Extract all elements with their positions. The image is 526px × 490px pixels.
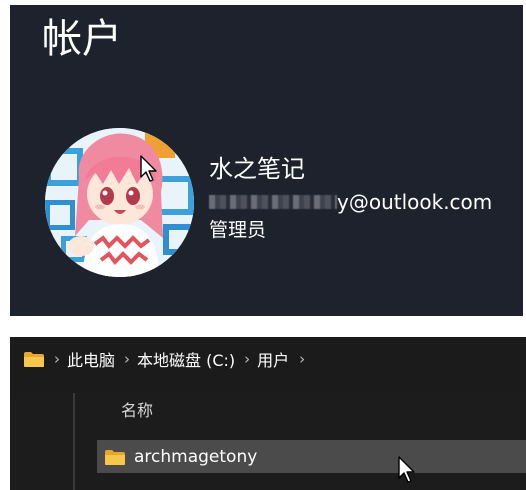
user-role: 管理员	[209, 219, 267, 241]
chevron-right-icon[interactable]: ›	[299, 350, 305, 368]
mouse-pointer-icon	[398, 456, 418, 484]
file-item-name: archmagetony	[134, 446, 258, 467]
chevron-right-icon[interactable]: ›	[54, 350, 60, 368]
file-list-item[interactable]: archmagetony	[97, 440, 526, 473]
account-panel: 帐户 水之笔记 y@outlook.com 管理员	[10, 5, 523, 316]
screenshot-stage: 帐户 水之笔记 y@outlook.com 管理员 › 此电脑 › 本地磁盘 (…	[0, 0, 526, 490]
breadcrumb-this-pc[interactable]: 此电脑	[67, 347, 115, 371]
breadcrumb-local-disk-c[interactable]: 本地磁盘 (C:)	[137, 347, 235, 371]
email-redaction-mask	[209, 195, 337, 209]
chevron-right-icon[interactable]: ›	[124, 350, 130, 368]
file-list-header: 名称	[75, 393, 526, 429]
file-list-area: 名称 archmagetony	[10, 393, 526, 490]
user-email: y@outlook.com	[209, 188, 492, 216]
avatar-illustration	[45, 128, 194, 277]
column-header-name[interactable]: 名称	[121, 401, 153, 421]
file-explorer-panel: › 此电脑 › 本地磁盘 (C:) › 用户 › 名称 archmagetony	[10, 337, 526, 490]
page-title: 帐户	[42, 16, 122, 62]
avatar[interactable]	[45, 128, 194, 277]
user-display-name: 水之笔记	[209, 155, 305, 183]
breadcrumb-users[interactable]: 用户	[257, 347, 289, 371]
folder-icon	[23, 351, 45, 367]
chevron-right-icon[interactable]: ›	[244, 350, 250, 368]
user-email-domain: y@outlook.com	[337, 190, 493, 214]
mouse-pointer-icon	[140, 155, 160, 183]
address-bar[interactable]: › 此电脑 › 本地磁盘 (C:) › 用户 ›	[10, 337, 526, 381]
folder-icon	[104, 449, 126, 465]
